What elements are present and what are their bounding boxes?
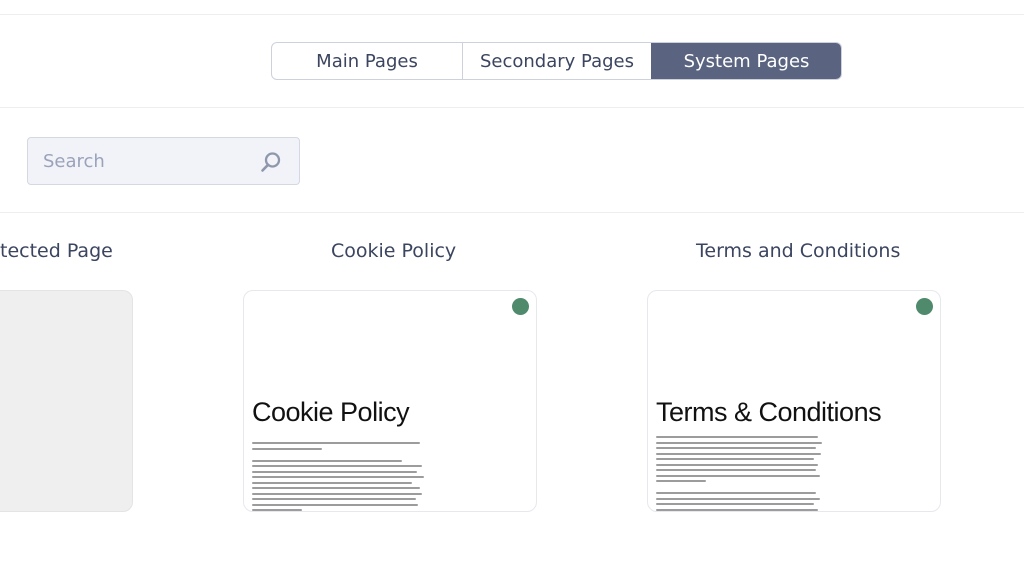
page-thumbnail[interactable]: Terms & Conditions <box>647 290 941 512</box>
tabs-divider <box>0 107 1024 108</box>
page-thumbnail[interactable] <box>0 290 133 512</box>
tab-main-pages[interactable]: Main Pages <box>272 43 462 79</box>
preview-heading: Terms & Conditions <box>656 397 882 427</box>
search-divider <box>0 212 1024 213</box>
preview-text-lines <box>252 442 424 511</box>
tab-system-pages[interactable]: System Pages <box>651 43 841 79</box>
search-icon[interactable] <box>259 150 283 174</box>
search-box <box>27 137 300 185</box>
card-title: Terms and Conditions <box>696 240 901 262</box>
card-title: tected Page <box>0 240 113 262</box>
page-type-tabs: Main Pages Secondary Pages System Pages <box>271 42 842 80</box>
tab-secondary-pages[interactable]: Secondary Pages <box>462 43 651 79</box>
preview-heading: Cookie Policy <box>252 397 410 427</box>
status-dot <box>512 298 529 315</box>
card-title: Cookie Policy <box>331 240 457 262</box>
search-input[interactable] <box>28 138 248 184</box>
preview-text-lines <box>656 436 822 511</box>
status-dot <box>916 298 933 315</box>
top-divider <box>0 14 1024 15</box>
page-thumbnail[interactable]: Cookie Policy <box>243 290 537 512</box>
